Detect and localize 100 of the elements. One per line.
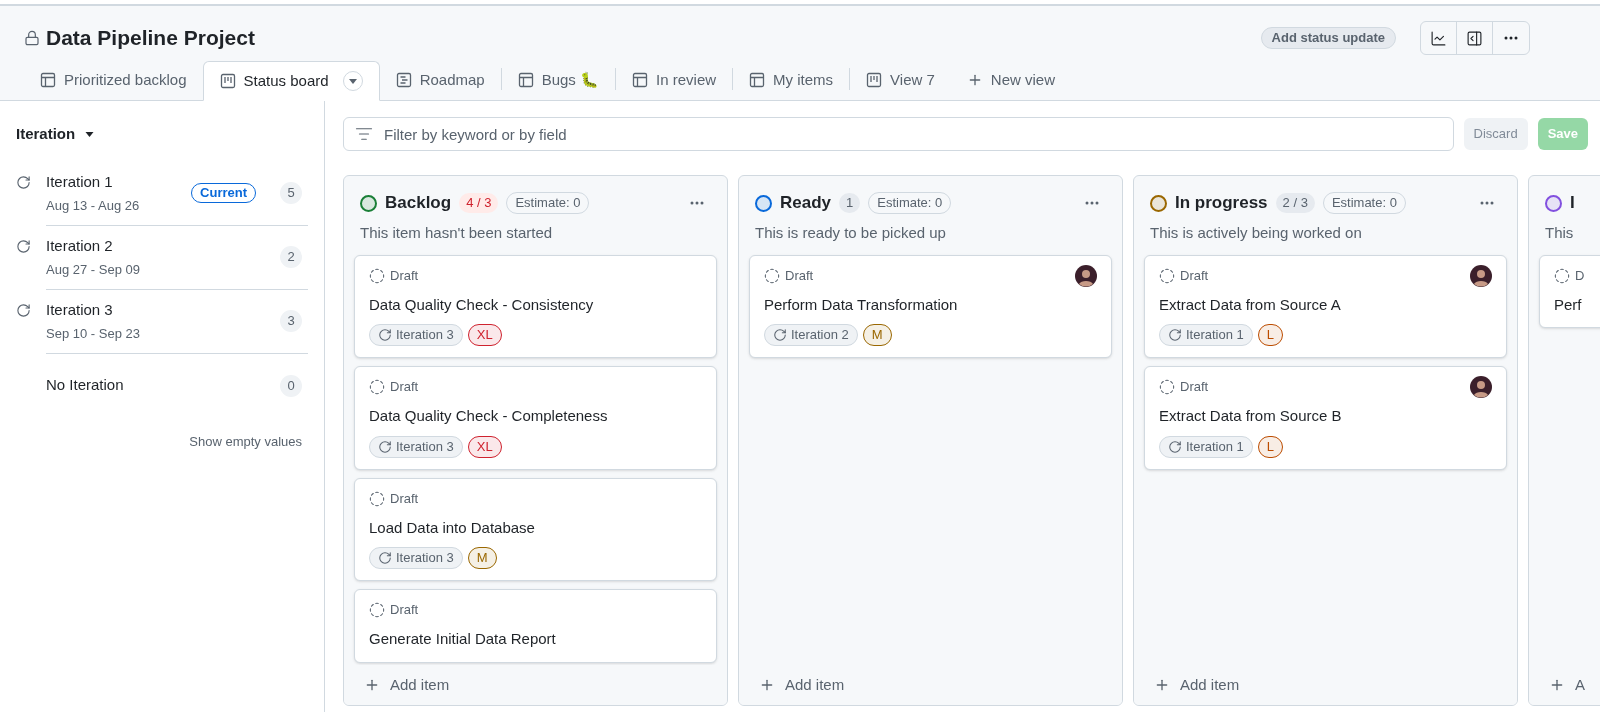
- caret-icon: [85, 131, 95, 137]
- iteration-name: Iteration 1: [46, 172, 114, 192]
- item-title[interactable]: Generate Initial Data Report: [369, 628, 702, 651]
- size-label: M: [467, 547, 497, 569]
- table-icon: [749, 72, 766, 88]
- size-label: L: [1257, 435, 1284, 458]
- column-title: Backlog: [385, 192, 452, 215]
- iteration-label: Iteration 1: [1159, 324, 1253, 346]
- avatar: [1470, 264, 1492, 287]
- table-icon: [40, 72, 56, 88]
- board-icon: [866, 72, 883, 88]
- iteration-item[interactable]: Iteration 1 Aug 13 - Aug 26 Current 5: [46, 161, 308, 226]
- item-title[interactable]: Data Quality Check - Consistency: [369, 293, 702, 316]
- item-status: D: [1575, 266, 1585, 285]
- item-count: 2: [280, 246, 302, 268]
- view-tab[interactable]: In review: [616, 60, 733, 100]
- iteration-label: Iteration 2: [764, 324, 858, 346]
- view-tab[interactable]: Roadmap: [379, 60, 501, 100]
- column-description: This: [1545, 223, 1575, 243]
- item-title[interactable]: Perf: [1554, 293, 1600, 316]
- project-title: Data Pipeline Project: [46, 25, 255, 52]
- status-update-button[interactable]: Add status update: [1260, 27, 1396, 49]
- iteration-item[interactable]: No Iteration 0: [46, 353, 308, 418]
- iteration-icon: [1168, 439, 1182, 454]
- item-card[interactable]: Draft Extract Data from Source A Iteration 1 L: [1144, 254, 1507, 358]
- item-title[interactable]: Perform Data Transformation: [764, 293, 1097, 316]
- view-tab[interactable]: Status board: [202, 61, 380, 101]
- iteration-icon: [16, 239, 31, 254]
- view-tab[interactable]: Bugs 🐛: [501, 60, 616, 100]
- item-title[interactable]: Load Data into Database: [369, 516, 702, 539]
- draft-icon: [369, 602, 385, 618]
- more-icon: [690, 201, 704, 205]
- item-status: Draft: [390, 266, 419, 285]
- more-icon: [1504, 36, 1518, 40]
- item-status: Draft: [390, 601, 419, 620]
- more-icon: [1085, 201, 1099, 205]
- roadmap-icon: [395, 72, 412, 88]
- iteration-icon: [378, 328, 392, 342]
- column-description: This item hasn't been started: [360, 223, 554, 243]
- item-card[interactable]: Draft Generate Initial Data Report: [354, 589, 717, 663]
- item-title[interactable]: Extract Data from Source B: [1159, 405, 1492, 428]
- iteration-icon: [16, 175, 31, 190]
- item-status: Draft: [390, 489, 419, 508]
- iteration-dates: Aug 13 - Aug 26: [46, 196, 141, 215]
- column-title: I: [1570, 192, 1575, 215]
- view-tab[interactable]: My items: [733, 60, 850, 100]
- caret-icon: [348, 78, 357, 84]
- item-status: Draft: [785, 266, 814, 285]
- column-description: This is ready to be picked up: [755, 223, 947, 243]
- lock-icon: [24, 30, 40, 46]
- draft-icon: [369, 267, 385, 284]
- iteration-item[interactable]: Iteration 3 Sep 10 - Sep 23 3: [46, 289, 308, 354]
- item-card[interactable]: Draft Data Quality Check - Completeness Iteration 3 XL: [354, 366, 717, 470]
- table-icon: [632, 72, 649, 88]
- avatar: [1075, 264, 1097, 287]
- show-empty-link[interactable]: Show empty values: [189, 431, 302, 451]
- iteration-icon: [378, 439, 392, 454]
- iteration-icon: [378, 551, 392, 565]
- column-title: Ready: [780, 192, 832, 215]
- item-count: 3: [280, 310, 302, 332]
- item-title[interactable]: Extract Data from Source A: [1159, 293, 1492, 316]
- filter-field[interactable]: Filter by keyword or by field: [343, 117, 1454, 151]
- plus-icon: [1549, 677, 1565, 693]
- item-count: 2 / 3: [1275, 193, 1315, 213]
- column-title: In progress: [1175, 192, 1268, 215]
- item-title[interactable]: Data Quality Check - Completeness: [369, 405, 702, 428]
- item-card[interactable]: Draft Data Quality Check - Consistency Iteration 3 XL: [354, 254, 717, 358]
- item-status: Draft: [390, 378, 419, 397]
- iteration-name: No Iteration: [46, 375, 125, 396]
- item-card[interactable]: Draft Load Data into Database Iteration 3 M: [354, 477, 717, 581]
- iteration-item[interactable]: Iteration 2 Aug 27 - Sep 09 2: [46, 225, 308, 290]
- iteration-dates: Aug 27 - Sep 09: [46, 260, 141, 279]
- item-card[interactable]: D Perf: [1539, 254, 1600, 328]
- more-icon: [1480, 201, 1494, 205]
- draft-icon: [369, 379, 385, 395]
- filter-icon: [355, 125, 373, 143]
- view-tab[interactable]: View 7: [850, 60, 951, 100]
- board-icon: [219, 73, 236, 89]
- chart-icon: [1430, 29, 1447, 47]
- item-status: Draft: [1180, 378, 1209, 397]
- iteration-name: Iteration 3: [46, 300, 114, 320]
- plus-icon: [364, 677, 380, 693]
- group-by-dropdown[interactable]: Iteration: [16, 123, 95, 146]
- plus-icon: [1154, 677, 1170, 693]
- size-label: M: [862, 324, 892, 346]
- draft-icon: [1159, 267, 1175, 284]
- size-label: L: [1257, 324, 1284, 346]
- item-card[interactable]: Draft Extract Data from Source B Iteration 1 L: [1144, 366, 1507, 470]
- new-view-button[interactable]: New view: [950, 60, 1071, 100]
- item-count: 5: [280, 182, 302, 204]
- avatar: [1470, 376, 1492, 398]
- item-count: 1: [839, 193, 861, 213]
- iteration-icon: [16, 303, 31, 318]
- iteration-label: Iteration 1: [1159, 435, 1253, 458]
- iteration-dates: Sep 10 - Sep 23: [46, 324, 141, 343]
- size-label: XL: [467, 324, 502, 346]
- item-card[interactable]: Draft Perform Data Transformation Iteration 2 M: [749, 254, 1112, 358]
- iteration-icon: [773, 328, 787, 342]
- draft-icon: [369, 490, 385, 507]
- view-tab[interactable]: Prioritized backlog: [24, 60, 203, 100]
